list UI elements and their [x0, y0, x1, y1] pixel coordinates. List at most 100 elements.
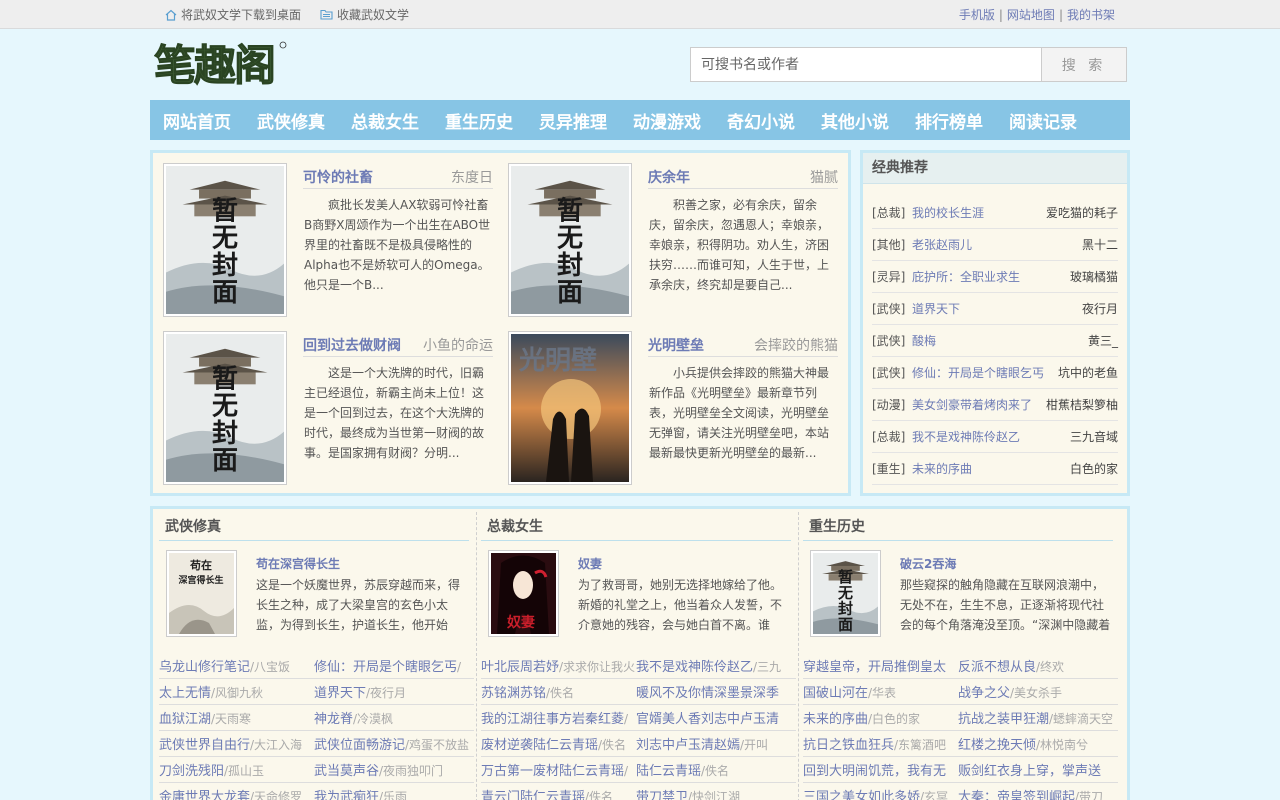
list-row: 回到大明闹饥荒，我有无 贩剑红衣身上穿，掌声送 — [803, 757, 1118, 783]
book-title[interactable]: 道界天下 — [912, 300, 960, 317]
nav-wuxia[interactable]: 武侠修真 — [257, 108, 325, 133]
book-cover[interactable]: 暂无封面 — [163, 163, 287, 317]
hot-book: 光明壁 光明壁垒 会摔跤的熊猫 小兵提供会摔跤的熊猫大神最新作品《光明壁垒》最新章… — [508, 331, 843, 491]
list-row: 废材逆袭陆仁云青瑶/佚名 刘志中卢玉清赵嫣/开叫 — [481, 731, 796, 757]
book-title[interactable]: 红楼之挽天倾 — [958, 738, 1036, 753]
book-list: 叶北辰周若妤/求求你让我火 我不是戏神陈伶赵乙/三九 苏铭渊苏铭/佚名 暖风不及你情… — [481, 653, 796, 800]
book-author: /佚名 — [701, 764, 730, 778]
book-title[interactable]: 暖风不及你情深墨景深季 — [636, 686, 779, 701]
book-title[interactable]: 太上无情 — [159, 686, 211, 701]
book-title[interactable]: 穿越皇帝，开局推倒皇太 — [803, 660, 946, 675]
book-title[interactable]: 大秦：帝皇签到崛起 — [958, 790, 1075, 800]
book-title[interactable]: 陆仁云青瑶 — [636, 764, 701, 779]
book-title[interactable]: 武侠世界自由行 — [159, 738, 250, 753]
book-title[interactable]: 苏铭渊苏铭 — [481, 686, 546, 701]
nav-other[interactable]: 其他小说 — [821, 108, 889, 133]
book-title[interactable]: 我的江湖往事方岩秦红菱 — [481, 712, 624, 727]
book-title[interactable]: 贩剑红衣身上穿，掌声送 — [958, 764, 1101, 779]
book-author: / — [624, 712, 629, 726]
book-cover[interactable]: 苟在 深宫得长生 — [166, 550, 237, 637]
book-title[interactable]: 未来的序曲 — [803, 712, 868, 727]
category-tag: [其他] — [872, 238, 906, 252]
book-title[interactable]: 抗日之铁血狂兵 — [803, 738, 894, 753]
book-title[interactable]: 道界天下 — [314, 686, 366, 701]
book-title[interactable]: 庆余年 — [648, 167, 690, 187]
book-author: /乐雨 — [379, 790, 408, 800]
book-author: /开叫 — [740, 738, 769, 752]
book-title[interactable]: 战争之父 — [958, 686, 1010, 701]
book-title[interactable]: 叶北辰周若妤 — [481, 660, 559, 675]
category-title: 总裁女生 — [481, 514, 791, 541]
nav-rankings[interactable]: 排行榜单 — [915, 108, 983, 133]
book-title[interactable]: 官婿美人香刘志中卢玉清 — [636, 712, 779, 727]
book-title[interactable]: 废材逆袭陆仁云青瑶 — [481, 738, 598, 753]
book-title[interactable]: 回到过去做财阀 — [303, 335, 401, 355]
book-title[interactable]: 未来的序曲 — [912, 460, 972, 477]
mobile-version-link[interactable]: 手机版 — [959, 8, 995, 22]
bookmark-site-link[interactable]: 收藏武奴文学 — [320, 6, 409, 23]
book-title[interactable]: 酸梅 — [912, 332, 936, 349]
book-title[interactable]: 万古第一废材陆仁云青瑶 — [481, 764, 624, 779]
nav-home[interactable]: 网站首页 — [163, 108, 231, 133]
list-row: 血狱江湖/天雨寒 神龙脊/冷漠枫 — [159, 705, 474, 731]
book-author: 柑蕉桔梨箩柚 — [1045, 398, 1118, 412]
book-title[interactable]: 破云2吞海 — [900, 555, 956, 572]
book-title[interactable]: 武侠位面畅游记 — [314, 738, 405, 753]
my-bookshelf-link[interactable]: 我的书架 — [1067, 8, 1115, 22]
cover-art: 光明壁 — [511, 334, 629, 482]
book-cover[interactable]: 光明壁 — [508, 331, 632, 485]
book-title[interactable]: 血狱江湖 — [159, 712, 211, 727]
book-cover[interactable]: 暂无封面 — [810, 550, 881, 637]
list-row: 国破山河在/华表 战争之父/美女杀手 — [803, 679, 1118, 705]
site-logo[interactable]: 笔趣阁 — [154, 38, 294, 91]
book-title[interactable]: 乌龙山修行笔记 — [159, 660, 250, 675]
book-title[interactable]: 光明壁垒 — [648, 335, 704, 355]
book-title[interactable]: 我的校长生涯 — [912, 204, 984, 221]
book-title[interactable]: 回到大明闹饥荒，我有无 — [803, 764, 946, 779]
book-title[interactable]: 神龙脊 — [314, 712, 353, 727]
search-button[interactable]: 搜 索 — [1041, 47, 1127, 82]
book-cover[interactable]: 暂无封面 — [508, 163, 632, 317]
book-title[interactable]: 修仙：开局是个瞎眼乞丐 — [314, 660, 457, 675]
book-title[interactable]: 刘志中卢玉清赵嫣 — [636, 738, 740, 753]
list-item: [武侠] 修仙：开局是个瞎眼乞丐 坑中的老鱼 — [872, 357, 1118, 389]
book-title[interactable]: 庇护所：全职业求生 — [912, 268, 1020, 285]
book-title[interactable]: 武当莫声谷 — [314, 764, 379, 779]
list-row: 苏铭渊苏铭/佚名 暖风不及你情深墨景深季 — [481, 679, 796, 705]
book-author: / — [457, 660, 462, 674]
book-title[interactable]: 抗战之装甲狂潮 — [958, 712, 1049, 727]
book-description: 为了救哥哥，她别无选择地嫁给了他。新婚的礼堂之上，他当着众人发誓，不介意她的残容… — [578, 578, 783, 632]
book-title[interactable]: 我不是戏神陈伶赵乙 — [636, 660, 753, 675]
book-cover[interactable]: 暂无封面 — [163, 331, 287, 485]
book-cover[interactable]: 奴妻 — [488, 550, 559, 637]
nav-fantasy[interactable]: 奇幻小说 — [727, 108, 795, 133]
book-title[interactable]: 国破山河在 — [803, 686, 868, 701]
book-title[interactable]: 修仙：开局是个瞎眼乞丐 — [912, 364, 1044, 381]
book-title[interactable]: 三国之美女如此多娇 — [803, 790, 920, 800]
svg-text:无: 无 — [212, 224, 238, 254]
book-title[interactable]: 可怜的社畜 — [303, 167, 373, 187]
classic-list: [总裁] 我的校长生涯 爱吃猫的耗子 [其他] 老张赵雨儿 黑十二 [灵异] 庇护所：全职… — [863, 197, 1127, 485]
nav-ceo[interactable]: 总裁女生 — [351, 108, 419, 133]
book-title[interactable]: 苟在深宫得长生 — [256, 555, 340, 572]
book-title[interactable]: 反派不想从良 — [958, 660, 1036, 675]
download-to-desktop-link[interactable]: 将武奴文学下载到桌面 — [165, 6, 301, 23]
nav-anime[interactable]: 动漫游戏 — [633, 108, 701, 133]
nav-history[interactable]: 重生历史 — [445, 108, 513, 133]
book-title[interactable]: 老张赵雨儿 — [912, 236, 972, 253]
panel-title: 经典推荐 — [863, 153, 1127, 184]
svg-text:封: 封 — [212, 251, 238, 281]
book-title[interactable]: 我不是戏神陈伶赵乙 — [912, 428, 1020, 445]
book-title[interactable]: 奴妻 — [578, 555, 602, 572]
book-title[interactable]: 美女剑豪带着烤肉来了 — [912, 396, 1032, 413]
book-title[interactable]: 青云门陆仁云青瑶 — [481, 790, 585, 800]
book-title[interactable]: 带刀禁卫 — [636, 790, 688, 800]
book-title[interactable]: 金庸世界大龙套 — [159, 790, 250, 800]
nav-reading-history[interactable]: 阅读记录 — [1009, 108, 1077, 133]
book-title[interactable]: 我为武痴狂 — [314, 790, 379, 800]
svg-text:面: 面 — [212, 446, 238, 476]
sitemap-link[interactable]: 网站地图 — [1007, 8, 1055, 22]
nav-mystery[interactable]: 灵异推理 — [539, 108, 607, 133]
book-title[interactable]: 刀剑洗残阳 — [159, 764, 224, 779]
search-input[interactable] — [690, 47, 1041, 82]
